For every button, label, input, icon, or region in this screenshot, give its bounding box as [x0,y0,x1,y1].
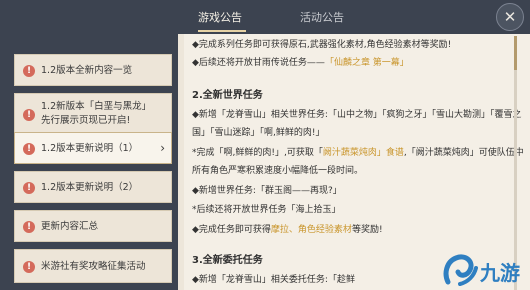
watermark-logo: 九游 [443,254,520,286]
notice-icon: ! [23,221,35,233]
sidebar-item-update-summary[interactable]: ! 更新内容汇总 [14,210,172,242]
section-heading: 3.全新委托任务 [192,255,263,266]
content-line: ◆新增世界任务:「群玉阁——再现?」 [192,186,342,196]
sidebar: ! 1.2版本全新内容一览 ! 1.2新版本「白垩与黑龙」先行展示页现已开启! … [0,34,178,290]
sidebar-item-preview-page[interactable]: ! 1.2新版本「白垩与黑龙」先行展示页现已开启! [14,93,172,135]
sidebar-item-label: 1.2版本更新说明（1） [41,143,139,154]
highlight-text: 「仙麟之章 第一幕」 [324,58,409,68]
close-button[interactable]: ✕ [496,3,524,31]
announcement-window: 游戏公告 活动公告 ✕ ! 1.2版本全新内容一览 ! 1.2新版本「白垩与黑龙… [0,0,530,290]
section-heading: 2.全新世界任务 [192,90,263,101]
notice-icon: ! [23,261,35,273]
sidebar-item-strategy-contest[interactable]: ! 米游社有奖攻略征集活动 [14,249,172,283]
highlight-text: 阙汁蔬菜炖肉」食谱 [322,148,404,158]
content-line: ◆完成系列任务即可获得原石,武器强化素材,角色经验素材等奖励! [192,40,452,50]
notice-icon: ! [23,109,35,121]
sidebar-item-label: 1.2版本全新内容一览 [41,65,133,76]
sidebar-item-update-notes-2[interactable]: ! 1.2版本更新说明（2） [14,171,172,203]
content-line: 所有角色严寒积累速度小幅降低一段时间。 [192,166,364,176]
sidebar-item-update-notes-1[interactable]: ! 1.2版本更新说明（1） › [14,132,172,164]
notice-icon: ! [23,143,35,155]
content-line: ◆完成任务即可获得摩拉、角色经验素材等奖励! [192,225,383,235]
content-line: 国」「雪山迷踪」「啊,鲜鲜的肉!」 [192,128,325,138]
sidebar-item-label: 米游社有奖攻略征集活动 [41,261,146,272]
content-line: ◆后续还将开放甘雨传说任务——「仙麟之章 第一幕」 [192,58,409,68]
chevron-right-icon: › [160,141,165,155]
sidebar-item-label: 1.2版本更新说明（2） [41,182,139,193]
notice-icon: ! [23,65,35,77]
tab-event-announcements[interactable]: 活动公告 [300,9,344,25]
content-line: ◆新增「龙脊雪山」相关世界任务:「山中之物」「疯狗之牙」「雪山大勘测」「覆雪之 [192,110,522,120]
active-tab-indicator [198,30,246,32]
highlight-text: 摩拉、角色经验素材 [270,225,352,235]
sidebar-item-1-2-overview[interactable]: ! 1.2版本全新内容一览 [14,54,172,86]
tab-bar: 游戏公告 活动公告 ✕ [0,0,530,34]
tab-game-announcements[interactable]: 游戏公告 [198,9,242,25]
content-line: *后续还将开放世界任务「海上拾玉」 [192,205,341,215]
notice-icon: ! [23,182,35,194]
watermark-text: 九游 [479,261,520,285]
content-line: ◆新增「龙脊雪山」相关委托任务:「趁鲜 [192,275,355,285]
sidebar-item-label: 更新内容汇总 [41,221,99,232]
sidebar-item-label: 1.2新版本「白垩与黑龙」先行展示页现已开启! [41,101,152,126]
content-line: *完成「啊,鲜鲜的肉!」,可获取「阙汁蔬菜炖肉」食谱,「阙汁蔬菜炖肉」可使队伍中 [192,148,524,158]
scrollbar-thumb[interactable] [514,36,517,70]
